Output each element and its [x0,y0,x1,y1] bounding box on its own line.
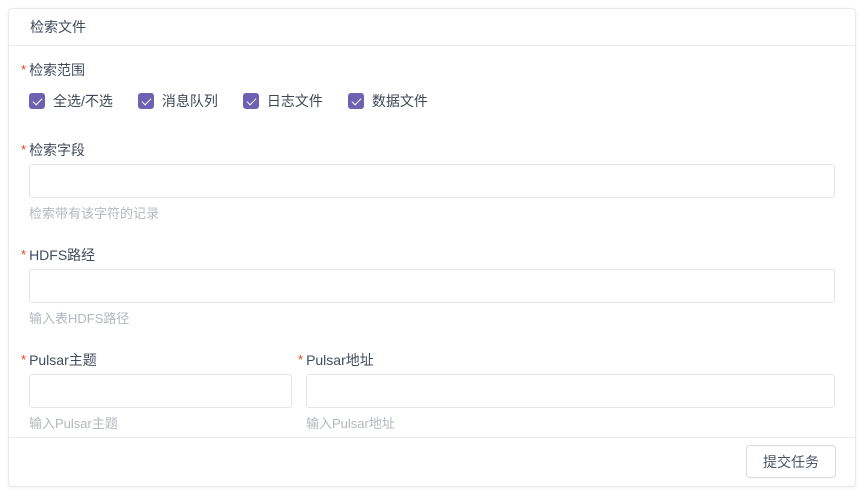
checkbox-label: 数据文件 [372,91,428,111]
panel-title: 检索文件 [30,19,86,35]
hdfs-path-hint: 输入表HDFS路径 [29,310,835,328]
panel-footer: 提交任务 [9,437,855,486]
search-form: *检索范围 全选/不选 消息队列 日志文件 数据文件 [9,46,855,437]
checkbox-message-queue[interactable]: 消息队列 [138,91,218,111]
search-scope-checkbox-group: 全选/不选 消息队列 日志文件 数据文件 [29,91,835,111]
search-file-panel: 检索文件 *检索范围 全选/不选 消息队列 日志文件 [8,8,856,487]
checkbox-checked-icon [243,93,259,109]
checkbox-data-file[interactable]: 数据文件 [348,91,428,111]
checkbox-checked-icon [29,93,45,109]
pulsar-topic-input[interactable] [29,374,292,408]
search-field-label: *检索字段 [21,140,835,160]
search-scope-label: *检索范围 [21,60,835,80]
checkbox-checked-icon [138,93,154,109]
required-asterisk: * [21,352,26,367]
required-asterisk: * [21,142,26,157]
checkbox-log-file[interactable]: 日志文件 [243,91,323,111]
hdfs-path-input[interactable] [29,269,835,303]
required-asterisk: * [298,352,303,367]
form-item-pulsar-address: *Pulsar地址 输入Pulsar地址 [306,350,835,433]
panel-header: 检索文件 [9,9,855,46]
pulsar-address-label: *Pulsar地址 [298,350,835,370]
pulsar-topic-hint: 输入Pulsar主题 [29,415,292,433]
checkbox-label: 日志文件 [267,91,323,111]
checkbox-label: 全选/不选 [53,91,113,111]
search-field-input[interactable] [29,164,835,198]
form-item-hdfs-path: *HDFS路经 输入表HDFS路径 [29,245,835,328]
required-asterisk: * [21,247,26,262]
pulsar-row: *Pulsar主题 输入Pulsar主题 *Pulsar地址 输入Pulsar地… [29,350,835,437]
form-item-pulsar-topic: *Pulsar主题 输入Pulsar主题 [29,350,292,433]
hdfs-path-label: *HDFS路经 [21,245,835,265]
pulsar-topic-label: *Pulsar主题 [21,350,292,370]
checkbox-checked-icon [348,93,364,109]
pulsar-address-hint: 输入Pulsar地址 [306,415,835,433]
form-item-search-field: *检索字段 检索带有该字符的记录 [29,140,835,223]
submit-task-button[interactable]: 提交任务 [746,445,836,478]
required-asterisk: * [21,62,26,77]
search-field-hint: 检索带有该字符的记录 [29,205,835,223]
form-item-search-scope: *检索范围 全选/不选 消息队列 日志文件 数据文件 [29,60,835,111]
checkbox-label: 消息队列 [162,91,218,111]
pulsar-address-input[interactable] [306,374,835,408]
checkbox-select-all[interactable]: 全选/不选 [29,91,113,111]
